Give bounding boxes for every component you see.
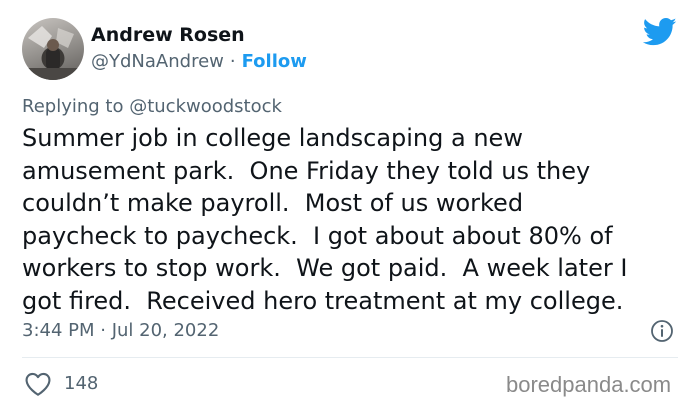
- author-name[interactable]: Andrew Rosen: [91, 24, 245, 46]
- tweet-line: got fired. Received hero treatment at my…: [22, 286, 624, 315]
- tweet-line: amusement park. One Friday they told us …: [22, 156, 591, 185]
- replying-prefix: Replying to: [22, 96, 130, 117]
- tweet-line: couldn’t make payroll. Most of us worked: [22, 189, 524, 217]
- watermark: boredpanda.com: [506, 372, 672, 397]
- tweet-timestamp[interactable]: 3:44 PM · Jul 20, 2022: [22, 320, 219, 341]
- separator-dot: ·: [229, 51, 236, 72]
- author-handle-row: @YdNaAndrew · Follow: [91, 51, 307, 72]
- author-handle[interactable]: @YdNaAndrew: [91, 51, 224, 72]
- tweet-line: paycheck to paycheck. I got about about …: [22, 221, 613, 250]
- reply-mention-link[interactable]: @tuckwoodstock: [129, 96, 282, 117]
- follow-button[interactable]: Follow: [242, 51, 307, 72]
- divider: [22, 357, 678, 358]
- replying-to: Replying to @tuckwoodstock: [22, 96, 282, 117]
- tweet-line: workers to stop work. We got paid. A wee…: [22, 254, 628, 282]
- tweet-card: Andrew Rosen @YdNaAndrew · Follow Replying…: [0, 0, 700, 410]
- twitter-bird-icon[interactable]: [643, 17, 677, 47]
- info-icon[interactable]: [650, 319, 674, 343]
- tweet-text: Summer job in college landscaping a new …: [22, 122, 684, 317]
- heart-icon[interactable]: [24, 371, 52, 397]
- like-count: 148: [64, 373, 99, 394]
- avatar[interactable]: [22, 18, 84, 80]
- avatar-photo: [22, 26, 84, 80]
- tweet-line: Summer job in college landscaping a new: [22, 124, 523, 152]
